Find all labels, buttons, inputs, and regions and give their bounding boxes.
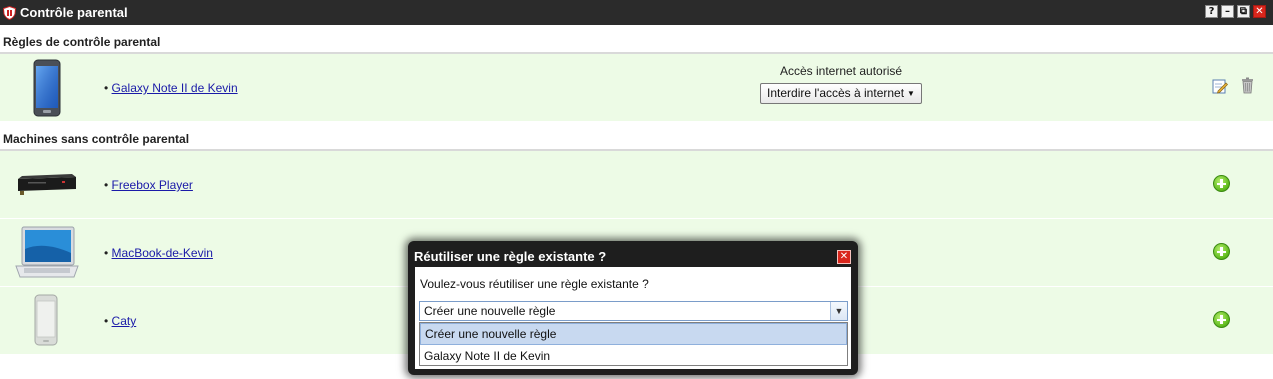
dialog-body: Voulez-vous réutiliser une règle existan…: [415, 267, 851, 369]
machine-item: • Caty: [104, 314, 137, 328]
dropdown-option[interactable]: Créer une nouvelle règle: [420, 323, 847, 345]
window-title: Contrôle parental: [20, 5, 128, 20]
dialog-title: Réutiliser une règle existante ?: [414, 249, 607, 264]
machine-link[interactable]: MacBook-de-Kevin: [112, 246, 213, 260]
trash-icon[interactable]: [1241, 77, 1254, 94]
chevron-down-icon[interactable]: ▼: [830, 302, 847, 320]
close-window-button[interactable]: ✕: [1253, 5, 1266, 18]
rules-section-title: Règles de contrôle parental: [0, 25, 1273, 54]
dropdown-option[interactable]: Galaxy Note II de Kevin: [420, 345, 847, 367]
rule-dropdown-list: Créer une nouvelle règle Galaxy Note II …: [419, 322, 848, 366]
block-access-button[interactable]: Interdire l'accès à internet ▼: [760, 83, 922, 104]
help-button[interactable]: ?: [1205, 5, 1218, 18]
reuse-rule-dialog: Réutiliser une règle existante ? ✕ Voule…: [408, 241, 858, 375]
add-rule-plus-icon[interactable]: [1213, 243, 1230, 260]
caret-down-icon: ▼: [907, 89, 915, 99]
machine-item: • MacBook-de-Kevin: [104, 246, 213, 260]
dialog-question: Voulez-vous réutiliser une règle existan…: [420, 277, 649, 291]
machine-item: • Freebox Player: [104, 178, 193, 192]
machine-link[interactable]: Caty: [112, 314, 137, 328]
set-top-box-icon: [18, 174, 76, 195]
machine-link[interactable]: Freebox Player: [112, 178, 193, 192]
minimize-button[interactable]: –: [1221, 5, 1234, 18]
block-access-label: Interdire l'accès à internet: [767, 86, 905, 100]
unmanaged-section-title: Machines sans contrôle parental: [0, 122, 1273, 151]
rule-select[interactable]: Créer une nouvelle règle ▼: [419, 301, 848, 321]
rule-device-link[interactable]: Galaxy Note II de Kevin: [112, 81, 238, 95]
rule-row: • Galaxy Note II de Kevin Accès internet…: [0, 54, 1273, 122]
edit-icon[interactable]: [1212, 78, 1228, 94]
machine-row: • Freebox Player: [0, 151, 1273, 219]
restore-button[interactable]: ⧉: [1237, 5, 1250, 18]
smartphone-icon: [33, 59, 61, 117]
add-rule-plus-icon[interactable]: [1213, 311, 1230, 328]
rule-select-value: Créer une nouvelle règle: [424, 304, 556, 318]
parental-shield-icon: [3, 5, 16, 20]
window-titlebar: Contrôle parental ? – ⧉ ✕: [0, 0, 1273, 25]
rule-device-item: • Galaxy Note II de Kevin: [104, 81, 238, 95]
dialog-close-icon[interactable]: ✕: [837, 250, 851, 264]
window-controls: ? – ⧉ ✕: [1205, 5, 1266, 18]
laptop-icon: [15, 226, 79, 278]
add-rule-plus-icon[interactable]: [1213, 175, 1230, 192]
phone-icon: [34, 294, 58, 346]
access-status-label: Accès internet autorisé: [779, 64, 903, 78]
access-control: Accès internet autorisé Interdire l'accè…: [760, 64, 922, 104]
